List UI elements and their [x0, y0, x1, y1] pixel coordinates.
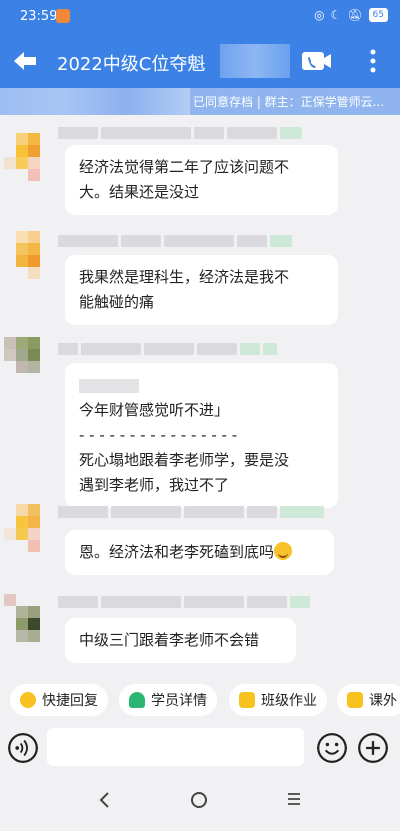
message-line: 中级三门跟着李老师不会错	[79, 631, 260, 649]
back-icon[interactable]	[12, 48, 42, 74]
emoji-picker-icon[interactable]	[317, 733, 347, 763]
avatar[interactable]	[4, 133, 54, 187]
emoji-icon	[274, 542, 293, 560]
extracurricular-button[interactable]: 课外	[337, 684, 400, 716]
nav-home-icon[interactable]	[191, 792, 207, 808]
quick-action-bar: 快捷回复 学员详情 班级作业 课外	[0, 672, 400, 728]
message-line: 恩。经济法和老李死磕到底吗	[79, 543, 275, 561]
status-icons: ◎ ☾ 🔕︎ 65	[314, 8, 388, 22]
title-bar: 2022中级C位夺魁	[0, 34, 400, 88]
avatar[interactable]	[4, 590, 54, 644]
message-line: 死心塌地跟着李老师学，要是没	[79, 451, 290, 469]
message-input[interactable]	[47, 728, 304, 766]
quote-divider: - - - - - - - - - - - - - - - -	[79, 426, 238, 444]
moon-icon: ☾	[330, 8, 342, 22]
sender-name-redacted	[58, 235, 292, 247]
mute-icon: 🔕︎	[347, 8, 363, 22]
user-icon	[129, 692, 145, 708]
sender-name-redacted	[58, 506, 324, 518]
message-input-bar	[0, 728, 400, 770]
plus-icon[interactable]	[358, 733, 388, 763]
message-line: 能触碰的痛	[79, 293, 155, 311]
message-bubble[interactable]: 今年财管感觉听不进」 - - - - - - - - - - - - - - -…	[65, 363, 338, 508]
sender-name-redacted	[58, 343, 277, 355]
battery-icon: 65	[368, 8, 388, 22]
system-nav-bar	[0, 770, 400, 831]
nav-menu-icon[interactable]	[287, 793, 301, 805]
nfc-icon: ◎	[314, 8, 325, 22]
sender-name-redacted	[58, 596, 310, 608]
banner-redaction	[0, 88, 190, 115]
sender-name-redacted	[58, 127, 302, 139]
message-bubble[interactable]: 经济法觉得第二年了应该问题不 大。结果还是没过	[65, 145, 338, 215]
status-time: 23:59	[20, 9, 58, 24]
message-line: 大。结果还是没过	[79, 183, 200, 201]
chip-label: 课外	[369, 693, 397, 709]
chat-title: 2022中级C位夺魁	[57, 54, 206, 75]
chip-label: 学员详情	[151, 693, 207, 709]
quick-reply-button[interactable]: 快捷回复	[10, 684, 108, 716]
chip-label: 班级作业	[261, 693, 317, 709]
student-details-button[interactable]: 学员详情	[119, 684, 217, 716]
avatar[interactable]	[4, 227, 54, 281]
quote-redacted	[79, 373, 324, 398]
chat-area[interactable]: 经济法觉得第二年了应该问题不 大。结果还是没过 我果然是理科生，经济法是我不 能…	[0, 115, 400, 672]
reply-icon	[20, 692, 36, 708]
message-line: 遇到李老师，我过不了	[79, 476, 230, 494]
more-options-icon[interactable]	[364, 47, 382, 75]
homework-icon	[239, 692, 255, 708]
avatar[interactable]	[4, 500, 54, 554]
quote-text: 今年财管感觉听不进」	[79, 401, 230, 419]
quote-sender-redaction	[79, 378, 139, 393]
message-line: 经济法觉得第二年了应该问题不	[79, 158, 290, 176]
avatar[interactable]	[4, 325, 54, 379]
title-redaction	[220, 44, 290, 78]
notification-icon	[56, 9, 70, 23]
message-line: 我果然是理科生，经济法是我不	[79, 268, 290, 286]
extra-icon	[347, 692, 363, 708]
message-bubble[interactable]: 恩。经济法和老李死磕到底吗	[65, 530, 334, 575]
voice-input-icon[interactable]	[8, 733, 38, 763]
status-bar: 23:59 ◎ ☾ 🔕︎ 65	[0, 0, 400, 34]
group-info-banner[interactable]: 已同意存档 | 群主：正保学管师云...	[0, 88, 400, 115]
message-bubble[interactable]: 我果然是理科生，经济法是我不 能触碰的痛	[65, 255, 338, 325]
chip-label: 快捷回复	[42, 693, 98, 709]
message-bubble[interactable]: 中级三门跟着李老师不会错	[65, 618, 296, 663]
video-call-icon[interactable]	[300, 47, 332, 75]
banner-text: 已同意存档 | 群主：正保学管师云...	[193, 95, 385, 109]
nav-back-icon[interactable]	[96, 790, 114, 810]
class-homework-button[interactable]: 班级作业	[229, 684, 327, 716]
